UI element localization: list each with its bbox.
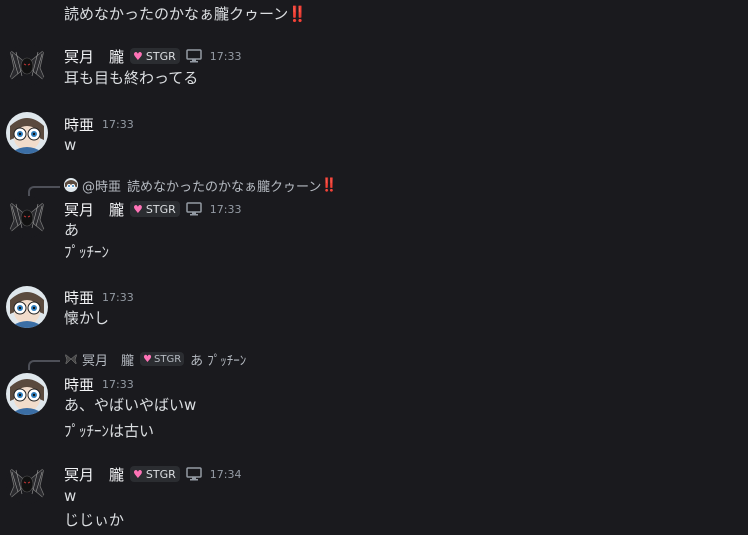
message-text: ﾌﾟｯﾁｰﾝは古い [64, 422, 155, 440]
username[interactable]: 冥月 朧 [64, 464, 124, 485]
desktop-icon [186, 467, 202, 481]
timestamp[interactable]: 17:33 [210, 203, 242, 216]
message-header: 時亜 17:33 [64, 114, 134, 134]
reply-username: 冥月 朧 [82, 353, 135, 369]
avatar[interactable] [6, 44, 48, 86]
reply-text: あ ﾌﾟｯﾁｰﾝ [190, 353, 247, 369]
username[interactable]: 冥月 朧 [64, 199, 124, 220]
timestamp[interactable]: 17:34 [210, 468, 242, 481]
timestamp[interactable]: 17:33 [210, 50, 242, 63]
desktop-icon [186, 202, 202, 216]
desktop-icon [186, 49, 202, 63]
badge-label: STGR [153, 353, 182, 365]
message-text: ﾌﾟｯﾁｰﾝ [64, 243, 110, 261]
username[interactable]: 時亜 [64, 287, 94, 308]
message-header: 冥月 朧 ♥ STGR 17:33 [64, 46, 241, 66]
timestamp[interactable]: 17:33 [102, 291, 134, 304]
message-header: 時亜 17:33 [64, 374, 134, 394]
timestamp[interactable]: 17:33 [102, 118, 134, 131]
chat-log: 読めなかったのかなぁ朧クゥーン‼️ 冥月 朧 ♥ STGR 17:33 耳も目も… [0, 0, 748, 535]
message-text: あ、やばいやばいw [64, 396, 197, 414]
badge-label: STGR [145, 49, 176, 63]
guild-tag-badge[interactable]: ♥ STGR [130, 466, 180, 482]
badge-label: STGR [145, 202, 176, 216]
badge-label: STGR [145, 467, 176, 481]
timestamp[interactable]: 17:33 [102, 378, 134, 391]
reply-preview[interactable]: 冥月 朧 ♥ STGR あ ﾌﾟｯﾁｰﾝ [64, 350, 247, 369]
message-text: w [64, 136, 77, 154]
message-text: 懐かし [64, 309, 110, 327]
message-header: 冥月 朧 ♥ STGR 17:33 [64, 199, 241, 219]
heart-icon: ♥ [133, 49, 143, 63]
message-text: あ [64, 221, 80, 239]
double-exclamation-emoji: ‼️ [288, 5, 307, 23]
avatar[interactable] [6, 286, 48, 328]
guild-tag-badge: ♥ STGR [140, 352, 185, 366]
reply-spine [28, 186, 60, 196]
reply-avatar [64, 178, 78, 192]
reply-spine [28, 360, 60, 370]
guild-tag-badge[interactable]: ♥ STGR [130, 48, 180, 64]
username[interactable]: 時亜 [64, 114, 94, 135]
guild-tag-badge[interactable]: ♥ STGR [130, 201, 180, 217]
avatar[interactable] [6, 112, 48, 154]
username[interactable]: 時亜 [64, 374, 94, 395]
heart-icon: ♥ [133, 467, 143, 481]
message-header: 冥月 朧 ♥ STGR 17:34 [64, 464, 241, 484]
message-text: 耳も目も終わってる [64, 69, 199, 87]
message-header: 時亜 17:33 [64, 287, 134, 307]
message-text: じじぃか [64, 511, 125, 529]
avatar[interactable] [6, 373, 48, 415]
reply-text: 読めなかったのかなぁ朧クゥーン [127, 179, 322, 195]
message-content: 読めなかったのかなぁ朧クゥーン [64, 5, 289, 23]
reply-mention: @時亜 [82, 179, 122, 195]
reply-preview[interactable]: @時亜 読めなかったのかなぁ朧クゥーン ‼️ [64, 176, 338, 195]
heart-icon: ♥ [143, 353, 152, 365]
username[interactable]: 冥月 朧 [64, 46, 124, 67]
reply-avatar [64, 352, 78, 366]
double-exclamation-emoji: ‼️ [321, 177, 338, 193]
avatar[interactable] [6, 196, 48, 238]
message-text: 読めなかったのかなぁ朧クゥーン‼️ [64, 4, 307, 24]
message-text: w [64, 487, 77, 505]
heart-icon: ♥ [133, 202, 143, 216]
avatar[interactable] [6, 462, 48, 504]
